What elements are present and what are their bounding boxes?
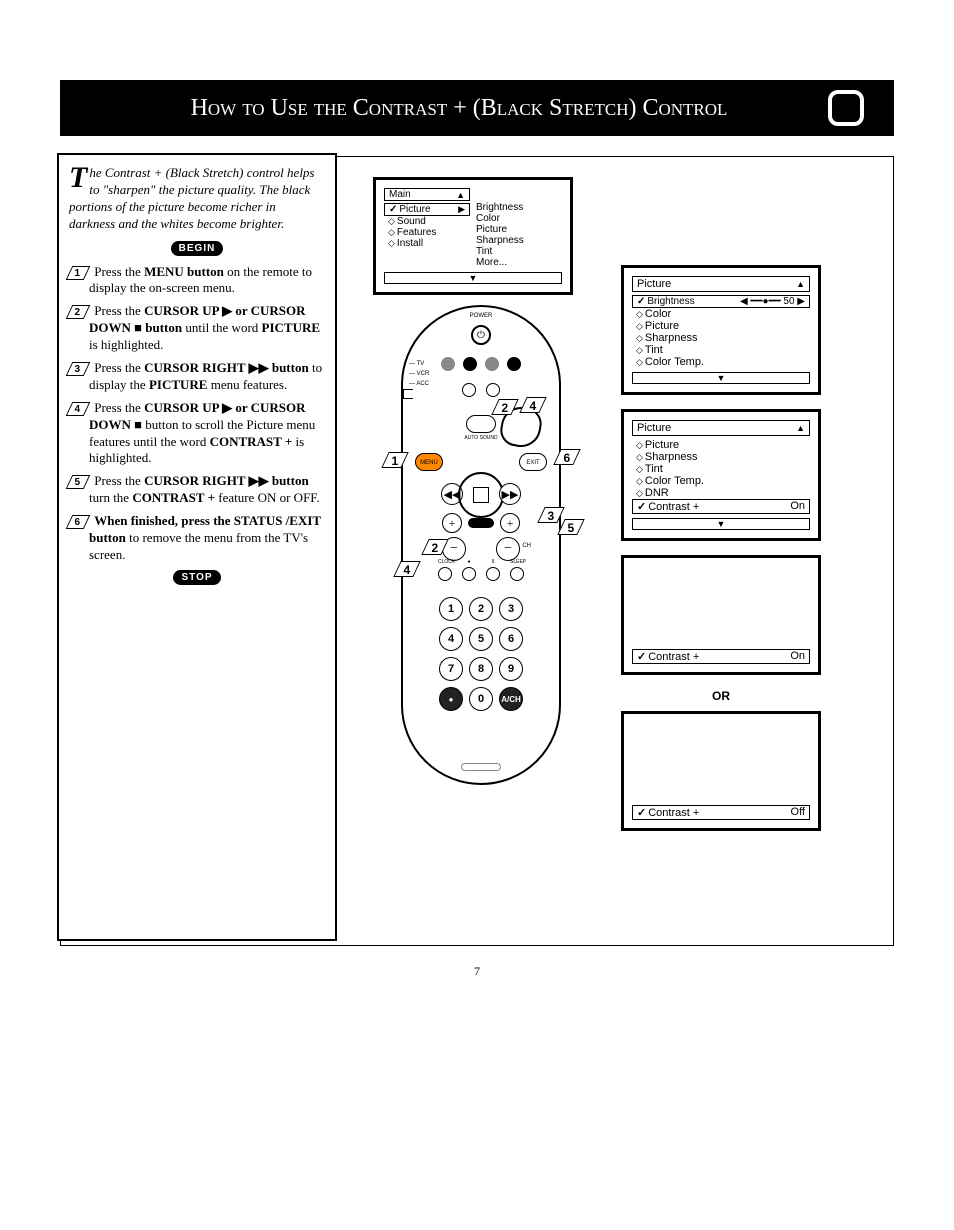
num-2[interactable]: 2 [469, 597, 493, 621]
osd-contrast-off: Contrast +Off [621, 711, 821, 831]
submenu-tint: Tint [476, 246, 562, 257]
callout-4b: 4 [393, 561, 420, 577]
mode-slider-labels: — TV — VCR — ACC [409, 359, 429, 389]
step-4: 4 Press the CURSOR UP ▶ or CURSOR DOWN ■… [69, 400, 325, 468]
num-1[interactable]: 1 [439, 597, 463, 621]
small-button[interactable] [462, 383, 476, 397]
mute-button[interactable] [468, 518, 494, 528]
num-4[interactable]: 4 [439, 627, 463, 651]
auto-sound-button[interactable] [466, 415, 496, 433]
callout-1: 1 [381, 452, 408, 468]
begin-badge: BEGIN [171, 241, 224, 256]
num-6[interactable]: 6 [499, 627, 523, 651]
submenu-color: Color [476, 213, 562, 224]
num-8[interactable]: 8 [469, 657, 493, 681]
page-title: How to Use the Contrast + (Black Stretch… [90, 95, 828, 122]
osd-main-menu: Main▲ Picture▶ Sound Features Install Br… [373, 177, 573, 295]
osd-picture-brightness: Picture▲ Brightness◀ ━━●━━ 50 ▶ Color Pi… [621, 265, 821, 395]
mode-dot[interactable] [463, 357, 477, 371]
num-dot[interactable]: ● [439, 687, 463, 711]
cursor-right-button[interactable]: ▶▶ [499, 483, 521, 505]
step-5: 5 Press the CURSOR RIGHT ▶▶ button turn … [69, 473, 325, 507]
step-3: 3 Press the CURSOR RIGHT ▶▶ button to di… [69, 360, 325, 394]
small-button[interactable] [486, 383, 500, 397]
page-number: 7 [60, 964, 894, 979]
submenu-more: More... [476, 257, 562, 268]
or-label: OR [621, 689, 821, 703]
callout-4a: 4 [519, 397, 546, 413]
menu-button[interactable]: MENU [415, 453, 443, 471]
menu-picture: Picture [389, 204, 431, 215]
step-6: 6 When finished, press the STATUS /EXIT … [69, 513, 325, 564]
stop-badge: STOP [173, 570, 220, 585]
mode-slider[interactable] [403, 389, 413, 399]
osd-picture-contrast-on: Picture▲ Picture Sharpness Tint Color Te… [621, 409, 821, 541]
mode-dot[interactable] [441, 357, 455, 371]
num-0[interactable]: 0 [469, 687, 493, 711]
cursor-nav[interactable] [458, 472, 504, 518]
ch-up-button[interactable]: + [500, 513, 520, 533]
diagram-panel: Main▲ Picture▶ Sound Features Install Br… [351, 157, 893, 945]
menu-features: Features [384, 227, 470, 238]
mode-dot[interactable] [507, 357, 521, 371]
num-5[interactable]: 5 [469, 627, 493, 651]
num-9[interactable]: 9 [499, 657, 523, 681]
callout-5: 5 [557, 519, 584, 535]
auto-sound-label: AUTO SOUND [464, 435, 497, 441]
remote-control: POWER ⏻ — TV [401, 305, 561, 785]
exit-button[interactable]: EXIT [519, 453, 547, 471]
osd-contrast-on: Contrast +On [621, 555, 821, 675]
sleep-button[interactable] [510, 567, 524, 581]
mode-dot[interactable] [485, 357, 499, 371]
tab-icon [828, 90, 864, 126]
menu-sound: Sound [384, 216, 470, 227]
power-label: POWER [470, 313, 493, 319]
num-7[interactable]: 7 [439, 657, 463, 681]
submenu-brightness: Brightness [476, 202, 562, 213]
pause-button[interactable] [486, 567, 500, 581]
rec-button[interactable] [462, 567, 476, 581]
submenu-sharpness: Sharpness [476, 235, 562, 246]
stop-icon [473, 487, 489, 503]
title-bar: How to Use the Contrast + (Black Stretch… [60, 80, 894, 136]
step-1: 1 Press the MENU button on the remote to… [69, 264, 325, 298]
instructions-panel: The Contrast + (Black Stretch) control h… [57, 153, 337, 941]
vol-up-button[interactable]: + [442, 513, 462, 533]
callout-3: 3 [537, 507, 564, 523]
num-ach[interactable]: A/CH [499, 687, 523, 711]
ch-down-button[interactable]: − [496, 537, 520, 561]
remote-grip [461, 763, 501, 771]
num-3[interactable]: 3 [499, 597, 523, 621]
callout-6: 6 [553, 449, 580, 465]
step-2: 2 Press the CURSOR UP ▶ or CURSOR DOWN ■… [69, 303, 325, 354]
ch-label: CH [522, 543, 531, 549]
power-button[interactable]: ⏻ [471, 325, 491, 345]
number-pad: 1 2 3 4 5 6 7 8 9 ● 0 A/CH [439, 597, 523, 711]
submenu-picture: Picture [476, 224, 562, 235]
intro-text: The Contrast + (Black Stretch) control h… [69, 165, 325, 233]
menu-install: Install [384, 238, 470, 249]
clock-button[interactable] [438, 567, 452, 581]
main-menu-title: Main [389, 189, 411, 200]
